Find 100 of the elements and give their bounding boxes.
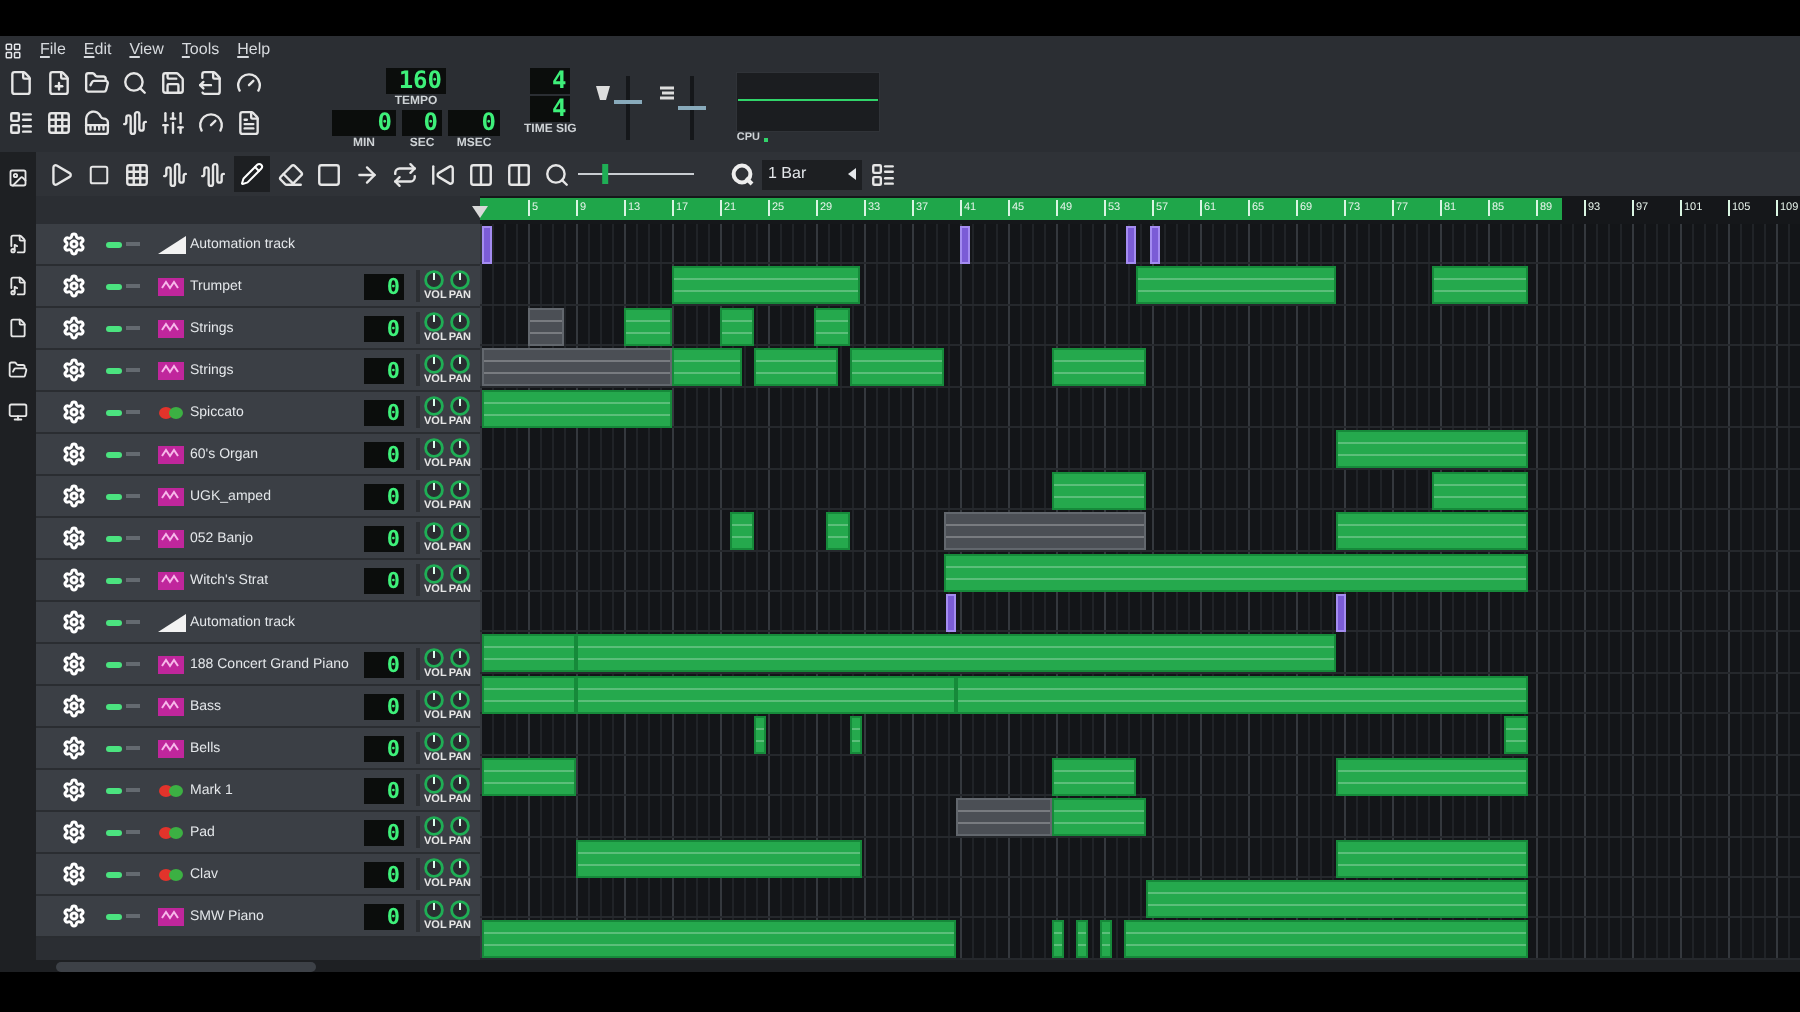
- muted-pattern-clip[interactable]: [528, 307, 564, 346]
- settings-icon[interactable]: [62, 484, 86, 508]
- volume-knob[interactable]: [424, 479, 445, 499]
- pattern-clip[interactable]: [850, 716, 862, 755]
- pattern-clip[interactable]: [1052, 348, 1146, 387]
- volume-knob[interactable]: [424, 689, 445, 709]
- fx-channel-spinbox[interactable]: 0: [364, 357, 404, 383]
- volume-knob[interactable]: [424, 437, 445, 457]
- pattern-clip[interactable]: [1336, 430, 1528, 469]
- fx-channel-spinbox[interactable]: 0: [364, 903, 404, 929]
- pattern-clip[interactable]: [1336, 512, 1528, 551]
- save-icon[interactable]: [156, 66, 190, 100]
- automation-clip[interactable]: [482, 226, 492, 264]
- pattern-clip[interactable]: [1052, 920, 1064, 959]
- settings-icon[interactable]: [62, 694, 86, 718]
- mute-led[interactable]: [106, 745, 122, 751]
- pattern-clip[interactable]: [482, 757, 576, 796]
- pattern-clip[interactable]: [814, 307, 850, 346]
- pattern-clip[interactable]: [944, 553, 1528, 591]
- settings-icon[interactable]: [62, 610, 86, 634]
- pattern-clip[interactable]: [1432, 471, 1528, 510]
- fx-channel-spinbox[interactable]: 0: [364, 861, 404, 887]
- mute-led[interactable]: [106, 703, 122, 709]
- pattern-clip[interactable]: [1052, 798, 1146, 837]
- fx-channel-spinbox[interactable]: 0: [364, 567, 404, 593]
- pattern-clip[interactable]: [850, 348, 944, 387]
- pattern-clip[interactable]: [826, 512, 850, 551]
- pan-knob[interactable]: [450, 563, 471, 583]
- settings-icon[interactable]: [62, 778, 86, 802]
- fx-channel-spinbox[interactable]: 0: [364, 819, 404, 845]
- volume-knob[interactable]: [424, 647, 445, 667]
- pan-knob[interactable]: [450, 353, 471, 373]
- automation-clip[interactable]: [1150, 226, 1160, 264]
- automation-clip[interactable]: [1126, 226, 1136, 264]
- pattern-clip[interactable]: [1146, 880, 1528, 918]
- pattern-clip[interactable]: [956, 675, 1528, 714]
- pan-knob[interactable]: [450, 311, 471, 331]
- quantize-dropdown[interactable]: 1 Bar: [762, 159, 862, 189]
- pattern-editor-icon[interactable]: [42, 106, 76, 140]
- pan-knob[interactable]: [450, 773, 471, 793]
- pattern-clip[interactable]: [672, 266, 860, 305]
- pattern-clip[interactable]: [1052, 471, 1146, 510]
- fx-channel-spinbox[interactable]: 0: [364, 525, 404, 551]
- mute-led[interactable]: [106, 661, 122, 667]
- mute-led[interactable]: [106, 535, 122, 541]
- mute-led[interactable]: [106, 493, 122, 499]
- pattern-clip[interactable]: [1076, 920, 1088, 959]
- pattern-clip[interactable]: [482, 920, 956, 959]
- pattern-clip[interactable]: [1336, 757, 1528, 796]
- master-volume-slider[interactable]: [612, 76, 645, 140]
- settings-icon[interactable]: [62, 568, 86, 592]
- menu-item[interactable]: Help: [237, 38, 271, 62]
- automation-clip[interactable]: [1336, 593, 1346, 632]
- volume-knob[interactable]: [424, 857, 445, 877]
- mute-led[interactable]: [106, 829, 122, 835]
- pan-knob[interactable]: [450, 269, 471, 289]
- mute-led[interactable]: [106, 451, 122, 457]
- pattern-clip[interactable]: [1136, 266, 1336, 305]
- volume-knob[interactable]: [424, 353, 445, 373]
- search-icon[interactable]: [118, 66, 152, 100]
- pattern-clip[interactable]: [482, 675, 576, 714]
- fx-channel-spinbox[interactable]: 0: [364, 693, 404, 719]
- master-pitch-slider[interactable]: [676, 76, 709, 140]
- settings-icon[interactable]: [62, 400, 86, 424]
- pattern-clip[interactable]: [482, 634, 576, 673]
- settings-icon[interactable]: [62, 274, 86, 298]
- muted-pattern-clip[interactable]: [482, 348, 672, 387]
- settings-icon[interactable]: [62, 652, 86, 676]
- pan-knob[interactable]: [450, 395, 471, 415]
- automation-clip[interactable]: [960, 226, 970, 264]
- pattern-clip[interactable]: [1504, 716, 1528, 755]
- menu-item[interactable]: Tools: [181, 38, 220, 62]
- pattern-clip[interactable]: [1432, 266, 1528, 305]
- pan-knob[interactable]: [450, 899, 471, 919]
- fx-channel-spinbox[interactable]: 0: [364, 273, 404, 299]
- mute-led[interactable]: [106, 241, 122, 247]
- pan-knob[interactable]: [450, 731, 471, 751]
- settings-icon[interactable]: [62, 904, 86, 928]
- settings-icon[interactable]: [62, 526, 86, 550]
- settings-icon[interactable]: [62, 736, 86, 760]
- playhead-icon[interactable]: [472, 206, 488, 222]
- mute-led[interactable]: [106, 619, 122, 625]
- pattern-clip[interactable]: [576, 675, 956, 714]
- pan-knob[interactable]: [450, 815, 471, 835]
- mute-led[interactable]: [106, 913, 122, 919]
- mute-led[interactable]: [106, 577, 122, 583]
- fx-channel-spinbox[interactable]: 0: [364, 441, 404, 467]
- mute-led[interactable]: [106, 409, 122, 415]
- volume-knob[interactable]: [424, 311, 445, 331]
- settings-icon[interactable]: [62, 442, 86, 466]
- fx-channel-spinbox[interactable]: 0: [364, 399, 404, 425]
- mute-led[interactable]: [106, 871, 122, 877]
- settings-icon[interactable]: [62, 358, 86, 382]
- menu-item[interactable]: View: [129, 38, 164, 62]
- pattern-clip[interactable]: [1052, 757, 1136, 796]
- pattern-clip[interactable]: [730, 512, 754, 551]
- pattern-clip[interactable]: [482, 389, 672, 428]
- volume-knob[interactable]: [424, 731, 445, 751]
- app-menu-icon[interactable]: [4, 41, 22, 59]
- volume-knob[interactable]: [424, 269, 445, 289]
